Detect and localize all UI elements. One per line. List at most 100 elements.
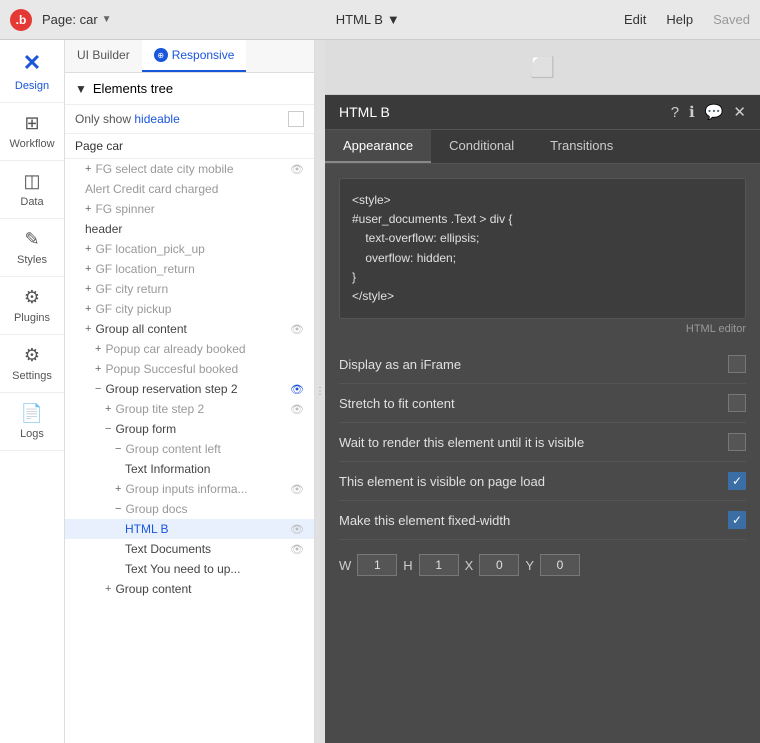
tree-item[interactable]: + Group tite step 2 👁	[65, 399, 314, 419]
top-bar: .b Page: car ▼ HTML B ▼ Edit Help Saved	[0, 0, 760, 40]
help-icon[interactable]: ?	[671, 104, 679, 121]
tab-ui-builder[interactable]: UI Builder	[65, 40, 142, 72]
tree-item[interactable]: + GF city pickup	[65, 299, 314, 319]
styles-icon: ✎	[24, 229, 39, 250]
collapse-arrow[interactable]: ▼	[75, 82, 87, 96]
tree-item-text: Group inputs informa...	[125, 482, 247, 496]
tree-item-text: Text Information	[125, 462, 210, 476]
help-link[interactable]: Help	[666, 12, 693, 27]
tree-item[interactable]: + GF city return	[65, 279, 314, 299]
plus-icon: +	[85, 203, 91, 215]
eye-icon[interactable]: 👁	[290, 163, 304, 176]
dim-input-x[interactable]	[479, 554, 519, 576]
design-icon: ✕	[23, 50, 41, 76]
logo: .b	[10, 9, 32, 31]
tree-item[interactable]: − Group form	[65, 419, 314, 439]
tree-item[interactable]: − Group docs	[65, 499, 314, 519]
tab-appearance[interactable]: Appearance	[325, 130, 431, 163]
setting-checkbox-visible-load[interactable]: ✓	[728, 472, 746, 490]
code-line: <style>	[352, 191, 733, 210]
code-line: text-overflow: ellipsis;	[352, 229, 733, 248]
canvas-frame-icon: ⬜	[530, 55, 555, 80]
eye-icon[interactable]: 👁	[290, 323, 304, 336]
code-editor[interactable]: <style> #user_documents .Text > div { te…	[339, 178, 746, 319]
sidebar-item-plugins[interactable]: ⚙ Plugins	[0, 277, 64, 335]
main-area: ✕ Design ⊞ Workflow ◫ Data ✎ Styles ⚙ Pl…	[0, 40, 760, 743]
center-selector[interactable]: HTML B ▼	[122, 12, 614, 27]
eye-icon[interactable]: 👁	[290, 523, 304, 536]
setting-checkbox-fixed-width[interactable]: ✓	[728, 511, 746, 529]
info-icon[interactable]: ℹ	[689, 103, 695, 121]
tree-item[interactable]: + Popup Succesful booked	[65, 359, 314, 379]
setting-row-visible-load: This element is visible on page load ✓	[339, 462, 746, 501]
edit-link[interactable]: Edit	[624, 12, 646, 27]
plus-icon: +	[115, 483, 121, 495]
tree-item-text: Group docs	[125, 502, 187, 516]
sidebar-item-settings[interactable]: ⚙ Settings	[0, 335, 64, 393]
setting-label: Make this element fixed-width	[339, 513, 510, 528]
tree-item[interactable]: − Group reservation step 2 👁	[65, 379, 314, 399]
sidebar-label-plugins: Plugins	[14, 312, 50, 324]
dim-label-h: H	[403, 558, 412, 573]
setting-checkbox-stretch[interactable]	[728, 394, 746, 412]
saved-status: Saved	[713, 12, 750, 27]
setting-checkbox-wait-render[interactable]	[728, 433, 746, 451]
tree-item[interactable]: + Group inputs informa... 👁	[65, 479, 314, 499]
workflow-icon: ⊞	[24, 113, 39, 134]
page-car-label: Page car	[65, 134, 314, 159]
sidebar-item-workflow[interactable]: ⊞ Workflow	[0, 103, 64, 161]
tree-item-text: Group content	[115, 582, 191, 596]
close-icon[interactable]: ✕	[733, 103, 746, 121]
comment-icon[interactable]: 💬	[705, 103, 724, 121]
tree-item[interactable]: + GF location_pick_up	[65, 239, 314, 259]
setting-label: Stretch to fit content	[339, 396, 455, 411]
hideable-checkbox[interactable]	[288, 111, 304, 127]
tree-item[interactable]: + Group all content 👁	[65, 319, 314, 339]
top-bar-right: Edit Help Saved	[624, 12, 750, 27]
dim-input-w[interactable]	[357, 554, 397, 576]
resize-handle[interactable]: ⋮	[315, 40, 325, 743]
tree-item-text: header	[85, 222, 122, 236]
tab-transitions[interactable]: Transitions	[532, 130, 631, 163]
sidebar-item-data[interactable]: ◫ Data	[0, 161, 64, 219]
tab-conditional[interactable]: Conditional	[431, 130, 532, 163]
dim-input-y[interactable]	[540, 554, 580, 576]
center-dropdown-arrow[interactable]: ▼	[387, 12, 400, 27]
setting-checkbox-iframe[interactable]	[728, 355, 746, 373]
eye-icon[interactable]: 👁	[290, 543, 304, 556]
sidebar-item-styles[interactable]: ✎ Styles	[0, 219, 64, 277]
dim-input-h[interactable]	[419, 554, 459, 576]
page-selector[interactable]: Page: car ▼	[42, 12, 112, 27]
code-line: }	[352, 268, 733, 287]
tree-item[interactable]: Text Information	[65, 459, 314, 479]
tree-item[interactable]: Text Documents 👁	[65, 539, 314, 559]
tree-item[interactable]: + GF location_return	[65, 259, 314, 279]
hideable-link[interactable]: hideable	[134, 112, 179, 126]
tree-list: + FG select date city mobile 👁 Alert Cre…	[65, 159, 314, 743]
tree-item[interactable]: + Popup car already booked	[65, 339, 314, 359]
eye-icon[interactable]: 👁	[290, 483, 304, 496]
eye-icon[interactable]: 👁	[290, 403, 304, 416]
eye-icon[interactable]: 👁	[290, 383, 304, 396]
setting-label: Display as an iFrame	[339, 357, 461, 372]
logs-icon: 📄	[21, 403, 43, 424]
sidebar-item-design[interactable]: ✕ Design	[0, 40, 64, 103]
sidebar-item-logs[interactable]: 📄 Logs	[0, 393, 64, 451]
tree-item-html-b[interactable]: HTML B 👁	[65, 519, 314, 539]
elements-tree-label: Elements tree	[93, 81, 173, 96]
tree-item-text: GF city pickup	[95, 302, 171, 316]
tree-item[interactable]: Text You need to up...	[65, 559, 314, 579]
minus-icon: −	[115, 443, 121, 455]
tree-item[interactable]: + FG select date city mobile 👁	[65, 159, 314, 179]
tree-item[interactable]: Alert Credit card charged	[65, 179, 314, 199]
plus-icon: +	[95, 343, 101, 355]
sidebar-label-workflow: Workflow	[9, 138, 54, 150]
tab-responsive[interactable]: ⊕ Responsive	[142, 40, 247, 72]
page-dropdown-arrow[interactable]: ▼	[102, 14, 112, 25]
tree-item[interactable]: header	[65, 219, 314, 239]
tree-item[interactable]: + Group content	[65, 579, 314, 599]
tree-item[interactable]: + FG spinner	[65, 199, 314, 219]
plus-icon: +	[85, 263, 91, 275]
tree-item[interactable]: − Group content left	[65, 439, 314, 459]
only-show-row: Only show hideable	[65, 105, 314, 134]
